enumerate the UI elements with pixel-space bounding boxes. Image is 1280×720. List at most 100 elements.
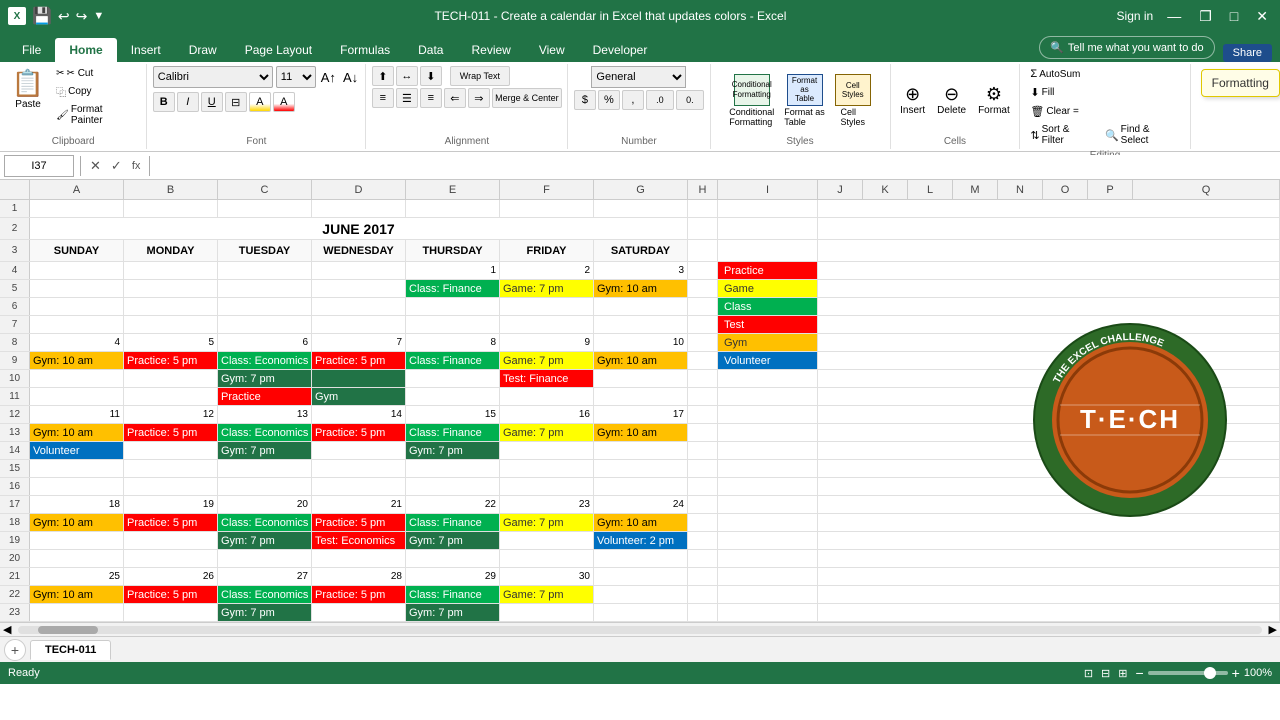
cell-a21[interactable]: 25 [30,568,124,585]
col-header-o[interactable]: O [1043,180,1088,199]
share-button[interactable]: Share [1223,47,1272,59]
col-header-i[interactable]: I [718,180,818,199]
cell-b9-practice[interactable]: Practice: 5 pm [124,352,218,369]
decrease-decimal-button[interactable]: .0 [646,90,674,110]
fill-color-button[interactable]: A [249,92,271,112]
cell-f17[interactable]: 23 [500,496,594,513]
cell-d10-gym[interactable] [312,370,406,387]
col-header-d[interactable]: D [312,180,406,199]
cell-g16[interactable] [594,478,688,495]
scroll-right-arrow[interactable]: ▶ [1266,623,1280,636]
border-button[interactable]: ⊟ [225,92,247,112]
bold-button[interactable]: B [153,92,175,112]
cell-i13[interactable] [718,424,818,441]
col-header-c[interactable]: C [218,180,312,199]
cell-f22-game[interactable]: Game: 7 pm [500,586,594,603]
cell-a4[interactable] [30,262,124,279]
cell-b18-practice[interactable]: Practice: 5 pm [124,514,218,531]
cell-f12[interactable]: 16 [500,406,594,423]
cell-h4[interactable] [688,262,718,279]
formula-input[interactable] [156,155,1276,177]
tab-insert[interactable]: Insert [117,38,175,62]
cell-e15[interactable] [406,460,500,477]
tab-file[interactable]: File [8,38,55,62]
cell-e19-gym[interactable]: Gym: 7 pm [406,532,500,549]
cell-a17[interactable]: 18 [30,496,124,513]
cell-b10[interactable] [124,370,218,387]
tab-developer[interactable]: Developer [579,38,662,62]
col-header-p[interactable]: P [1088,180,1133,199]
day-saturday[interactable]: SATURDAY [594,240,688,261]
cell-h15[interactable] [688,460,718,477]
cell-f16[interactable] [500,478,594,495]
undo-icon[interactable]: ↩ [58,8,70,25]
cell-c8[interactable]: 6 [218,334,312,351]
cell-rest-16[interactable]: THE EXCEL CHALLENGE T·E·CH [818,478,1280,495]
cell-f14[interactable] [500,442,594,459]
cell-c9-class[interactable]: Class: Economics [218,352,312,369]
cell-a12[interactable]: 11 [30,406,124,423]
cell-e11[interactable] [406,388,500,405]
tab-view[interactable]: View [525,38,579,62]
cell-c13-class[interactable]: Class: Economics [218,424,312,441]
cell-h21[interactable] [688,568,718,585]
cell-b14[interactable] [124,442,218,459]
increase-font-icon[interactable]: A↑ [319,68,338,87]
cell-a1[interactable] [30,200,124,217]
copy-button[interactable]: ⿻Copy [52,82,140,101]
number-format-select[interactable]: General [591,66,686,88]
sheet-tab-tech011[interactable]: TECH-011 [30,640,111,660]
cell-e7[interactable] [406,316,500,333]
day-sunday[interactable]: SUNDAY [30,240,124,261]
cell-e4[interactable]: 1 [406,262,500,279]
cell-a22-gym[interactable]: Gym: 10 am [30,586,124,603]
customize-qat-icon[interactable]: ▼ [93,10,104,22]
col-header-f[interactable]: F [500,180,594,199]
decrease-font-icon[interactable]: A↓ [341,68,360,87]
cell-b4[interactable] [124,262,218,279]
cell-e14-gym[interactable]: Gym: 7 pm [406,442,500,459]
cell-g5-gym[interactable]: Gym: 10 am [594,280,688,297]
scroll-thumb[interactable] [38,626,98,634]
col-header-a[interactable]: A [30,180,124,199]
day-friday[interactable]: FRIDAY [500,240,594,261]
font-family-select[interactable]: Calibri [153,66,273,88]
clear-button[interactable]: 🗑Clear = [1026,103,1082,120]
tab-page-layout[interactable]: Page Layout [231,38,326,62]
cell-a7[interactable] [30,316,124,333]
cell-d12[interactable]: 14 [312,406,406,423]
cell-i19[interactable] [718,532,818,549]
cut-button[interactable]: ✂✂ Cut [52,66,140,81]
cell-i20[interactable] [718,550,818,567]
cell-h23[interactable] [688,604,718,621]
align-left-button[interactable]: ≡ [372,88,394,108]
calendar-title[interactable]: JUNE 2017 [30,218,688,239]
cell-i10[interactable] [718,370,818,387]
cell-d18-practice[interactable]: Practice: 5 pm [312,514,406,531]
cell-a19[interactable] [30,532,124,549]
cell-a6[interactable] [30,298,124,315]
cell-b19[interactable] [124,532,218,549]
cell-b15[interactable] [124,460,218,477]
cell-g22[interactable] [594,586,688,603]
cell-f13-game[interactable]: Game: 7 pm [500,424,594,441]
day-tuesday[interactable]: TUESDAY [218,240,312,261]
cell-d23[interactable] [312,604,406,621]
cell-a16[interactable] [30,478,124,495]
cell-g10[interactable] [594,370,688,387]
cell-a8[interactable]: 4 [30,334,124,351]
cell-a18-gym[interactable]: Gym: 10 am [30,514,124,531]
cell-c12[interactable]: 13 [218,406,312,423]
cell-d22-practice[interactable]: Practice: 5 pm [312,586,406,603]
cell-c22-class[interactable]: Class: Economics [218,586,312,603]
cell-h12[interactable] [688,406,718,423]
cell-b5[interactable] [124,280,218,297]
maximize-icon[interactable]: □ [1226,8,1242,24]
cell-d16[interactable] [312,478,406,495]
cell-i18[interactable] [718,514,818,531]
cell-c19-gym[interactable]: Gym: 7 pm [218,532,312,549]
cell-f10-test[interactable]: Test: Finance [500,370,594,387]
cell-e21[interactable]: 29 [406,568,500,585]
cell-e1[interactable] [406,200,500,217]
fill-button[interactable]: ⬇Fill [1026,84,1058,101]
